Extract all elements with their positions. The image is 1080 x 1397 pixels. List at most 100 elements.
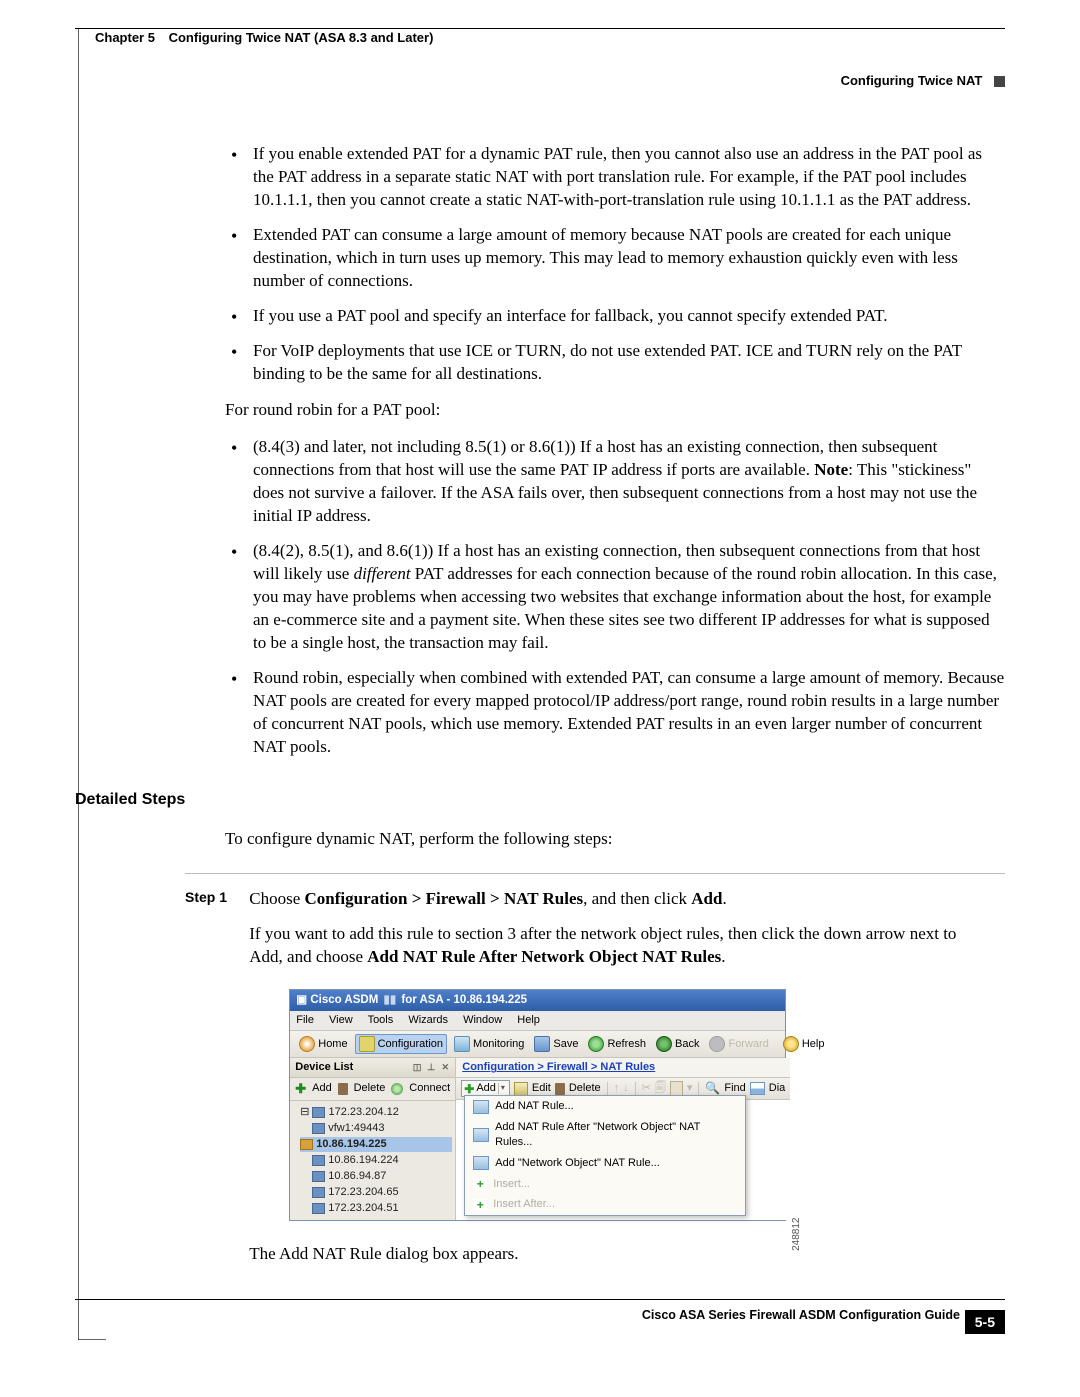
nat-diagram-button: Dia — [769, 1081, 786, 1096]
breadcrumb[interactable]: Configuration > Firewall > NAT Rules — [456, 1058, 790, 1078]
bullet-list-rr: (8.4(3) and later, not including 8.5(1) … — [225, 436, 1005, 758]
device-item[interactable]: ⊟172.23.204.12 — [300, 1105, 452, 1120]
back-button[interactable]: Back — [653, 1035, 702, 1053]
monitor-icon — [454, 1036, 470, 1052]
list-item: For VoIP deployments that use ICE or TUR… — [225, 340, 1005, 386]
close-icon[interactable]: ✕ — [440, 1061, 450, 1069]
move-down-icon[interactable]: ↓ — [623, 1081, 629, 1096]
host-icon — [312, 1187, 325, 1198]
device-add-button[interactable]: Add — [312, 1081, 332, 1096]
refresh-button[interactable]: Refresh — [585, 1035, 649, 1053]
section-header: Configuring Twice NAT — [75, 73, 1005, 88]
main-toolbar: Home Configuration Monitoring Save Refre… — [290, 1031, 785, 1058]
list-item: (8.4(3) and later, not including 8.5(1) … — [225, 436, 1005, 528]
menu-file[interactable]: File — [296, 1014, 314, 1026]
device-list-header: Device List ◫ ⊥ ✕ — [290, 1058, 455, 1078]
forward-icon — [709, 1036, 725, 1052]
footer-guide-title: Cisco ASA Series Firewall ASDM Configura… — [642, 1308, 960, 1322]
device-connect-button[interactable]: Connect — [409, 1081, 450, 1096]
edit-icon — [514, 1082, 528, 1096]
plus-icon: ✚ — [295, 1080, 306, 1098]
nat-edit-button[interactable]: Edit — [532, 1081, 551, 1096]
menu-item-add-nat-rule[interactable]: Add NAT Rule... — [465, 1096, 745, 1117]
plus-icon: + — [473, 1178, 487, 1190]
menu-window[interactable]: Window — [463, 1014, 502, 1026]
device-list-panel: Device List ◫ ⊥ ✕ ✚Add Delete Conn — [290, 1058, 456, 1219]
plus-icon: ✚ — [464, 1083, 474, 1095]
device-item[interactable]: 172.23.204.51 — [300, 1201, 452, 1216]
nat-delete-button[interactable]: Delete — [569, 1081, 601, 1096]
menu-item-add-after-netobject[interactable]: Add NAT Rule After "Network Object" NAT … — [465, 1117, 745, 1153]
back-icon — [656, 1036, 672, 1052]
host-icon — [300, 1139, 313, 1150]
section-marker-icon — [994, 76, 1005, 87]
plus-icon: + — [473, 1199, 487, 1211]
host-icon — [312, 1155, 325, 1166]
list-item: Extended PAT can consume a large amount … — [225, 224, 1005, 293]
list-item: Round robin, especially when combined wi… — [225, 667, 1005, 759]
device-item[interactable]: 10.86.94.87 — [300, 1169, 452, 1184]
list-item: If you enable extended PAT for a dynamic… — [225, 143, 1005, 212]
menu-item-add-netobject-rule[interactable]: Add "Network Object" NAT Rule... — [465, 1153, 745, 1174]
detailed-steps-intro: To configure dynamic NAT, perform the fo… — [225, 828, 1005, 851]
chapter-number: Chapter 5 — [95, 30, 155, 45]
round-robin-intro: For round robin for a PAT pool: — [225, 399, 1005, 422]
save-icon — [534, 1036, 550, 1052]
menu-item-insert: +Insert... — [465, 1174, 745, 1195]
cut-icon[interactable]: ✂ — [642, 1081, 651, 1096]
connect-icon — [391, 1083, 403, 1095]
home-icon — [299, 1036, 315, 1052]
help-button[interactable]: Help — [780, 1035, 828, 1053]
monitoring-button[interactable]: Monitoring — [451, 1035, 527, 1053]
paste-icon[interactable] — [670, 1081, 683, 1096]
chapter-header: Chapter 5 Configuring Twice NAT (ASA 8.3… — [95, 30, 1005, 45]
device-item[interactable]: 10.86.194.224 — [300, 1153, 452, 1168]
host-icon — [312, 1203, 325, 1214]
device-item[interactable]: 172.23.204.65 — [300, 1185, 452, 1200]
device-delete-button[interactable]: Delete — [354, 1081, 386, 1096]
help-icon — [783, 1036, 799, 1052]
trash-icon — [338, 1083, 348, 1095]
bullet-list-1: If you enable extended PAT for a dynamic… — [225, 143, 1005, 385]
menu-tools[interactable]: Tools — [368, 1014, 394, 1026]
refresh-icon — [588, 1036, 604, 1052]
configuration-button[interactable]: Configuration — [355, 1034, 447, 1054]
chevron-down-icon[interactable]: ▾ — [498, 1083, 507, 1094]
host-icon — [312, 1107, 325, 1118]
rule-icon — [473, 1156, 489, 1170]
trash-icon — [555, 1083, 565, 1095]
nat-rules-panel: Configuration > Firewall > NAT Rules ✚ A… — [456, 1058, 790, 1219]
move-up-icon[interactable]: ↑ — [614, 1081, 620, 1096]
asdm-screenshot: ▣ Cisco ASDM ▮▮ for ASA - 10.86.194.225 … — [289, 989, 786, 1221]
menu-wizards[interactable]: Wizards — [408, 1014, 448, 1026]
host-icon — [312, 1123, 325, 1134]
step1-line2: If you want to add this rule to section … — [249, 923, 969, 969]
pin-icon[interactable]: ⊥ — [426, 1061, 436, 1069]
device-item-selected[interactable]: 10.86.194.225 — [300, 1137, 452, 1152]
menu-view[interactable]: View — [329, 1014, 353, 1026]
rule-icon — [473, 1128, 489, 1142]
chapter-title: Configuring Twice NAT (ASA 8.3 and Later… — [169, 30, 434, 45]
undock-icon[interactable]: ◫ — [412, 1061, 422, 1069]
device-item[interactable]: vfw1:49443 — [300, 1121, 452, 1136]
home-button[interactable]: Home — [296, 1035, 350, 1053]
menu-help[interactable]: Help — [517, 1014, 540, 1026]
diagram-icon[interactable] — [750, 1082, 765, 1095]
add-dropdown-menu: Add NAT Rule... Add NAT Rule After "Netw… — [464, 1095, 746, 1216]
device-tree: ⊟172.23.204.12 vfw1:49443 10.86.194.225 … — [290, 1101, 455, 1220]
find-icon: 🔍 — [705, 1080, 720, 1096]
window-titlebar: ▣ Cisco ASDM ▮▮ for ASA - 10.86.194.225 — [290, 990, 785, 1012]
nat-find-button[interactable]: Find — [724, 1081, 745, 1096]
step1-after-image: The Add NAT Rule dialog box appears. — [249, 1243, 969, 1266]
asdm-logo-icon: ▣ — [296, 994, 307, 1006]
menu-item-insert-after: +Insert After... — [465, 1194, 745, 1215]
config-icon — [359, 1036, 375, 1052]
save-button[interactable]: Save — [531, 1035, 581, 1053]
page-number: 5-5 — [965, 1310, 1005, 1334]
forward-button[interactable]: Forward — [706, 1035, 771, 1053]
copy-icon[interactable]: 🗐 — [655, 1081, 666, 1096]
section-title: Configuring Twice NAT — [841, 73, 983, 88]
menu-bar: File View Tools Wizards Window Help — [290, 1011, 785, 1031]
step1-line1: Choose Configuration > Firewall > NAT Ru… — [249, 888, 969, 911]
rule-icon — [473, 1100, 489, 1114]
